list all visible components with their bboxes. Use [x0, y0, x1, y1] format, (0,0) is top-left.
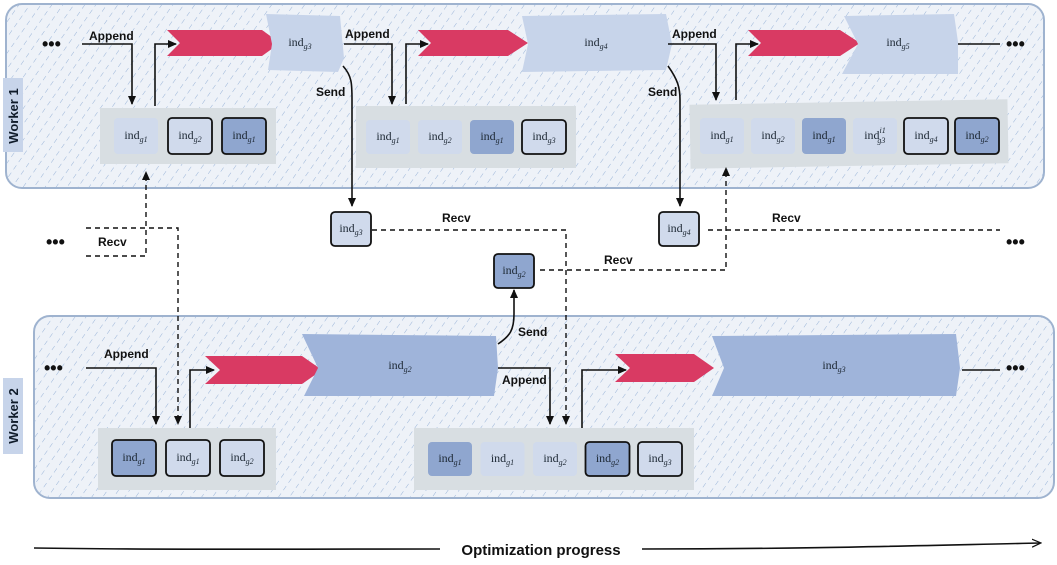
send-label-3: Send	[518, 325, 547, 339]
ellipsis-w1-end: •••	[1006, 34, 1025, 54]
pool-item: indg2	[167, 117, 213, 155]
pool-item: indg1	[221, 117, 267, 155]
append-label-w1-3: Append	[672, 27, 717, 41]
pool-item: indg1	[111, 439, 157, 477]
worker-2-tag: Worker 2	[3, 378, 23, 454]
ellipsis-middle-end: •••	[1006, 232, 1025, 252]
append-label-w2-2: Append	[502, 373, 547, 387]
message-in-transit: indg4	[658, 211, 700, 247]
recv-label-2: Recv	[442, 211, 471, 225]
pool-item: indg2	[533, 442, 577, 476]
pool-item: indg1	[428, 442, 472, 476]
ellipsis-w2-start: •••	[44, 358, 63, 378]
send-label-2: Send	[648, 85, 677, 99]
pool-item: indg2	[751, 118, 795, 154]
recv-label-1: Recv	[98, 235, 127, 249]
pool-item: indg2	[954, 117, 1000, 155]
send-label-1: Send	[316, 85, 345, 99]
ellipsis-middle-start: •••	[46, 232, 65, 252]
process-arrow-w1-2	[418, 30, 528, 56]
pool-item: indg2	[584, 441, 631, 477]
worker-2-label: Worker 2	[6, 388, 21, 443]
pool-item: indg1	[165, 439, 211, 477]
ellipsis-w1-start: •••	[42, 34, 61, 54]
append-label-w1-2: Append	[345, 27, 390, 41]
pool-item: indi1 g3	[853, 118, 897, 154]
pool-item: indg3	[521, 119, 567, 155]
message-in-transit: indg3	[330, 211, 372, 247]
pool-item: indg1	[802, 118, 846, 154]
message-in-transit: indg2	[493, 253, 535, 289]
pool-item: indg1	[366, 120, 410, 154]
progress-label: Optimization progress	[461, 542, 620, 559]
pool-item: indg2	[219, 439, 265, 477]
append-label-w1-1: Append	[89, 29, 134, 43]
ellipsis-w2-end: •••	[1006, 358, 1025, 378]
pool-item: indg4	[903, 117, 949, 155]
asynchronous-optimization-diagram: Worker 1 Worker 2 Append Append Append A…	[3, 3, 1055, 559]
process-arrow-w2-1	[205, 356, 322, 384]
progress-line-left	[33, 547, 441, 551]
append-label-w2-1: Append	[104, 347, 149, 361]
worker-1-tag: Worker 1	[3, 78, 23, 152]
process-arrow-w1-3	[748, 30, 860, 56]
pool-item: indg3	[637, 441, 683, 477]
pool-item: indg1	[114, 118, 158, 154]
pool-item: indg2	[418, 120, 462, 154]
worker-1-label: Worker 1	[6, 88, 21, 143]
recv-label-4: Recv	[772, 211, 801, 225]
pool-item: indg1	[700, 118, 744, 154]
recv-label-3: Recv	[604, 253, 633, 267]
progress-line-right	[641, 543, 1040, 550]
pool-item: indg1	[480, 442, 525, 476]
process-arrow-w1-1	[167, 30, 280, 56]
pool-item: indg1	[470, 120, 514, 154]
